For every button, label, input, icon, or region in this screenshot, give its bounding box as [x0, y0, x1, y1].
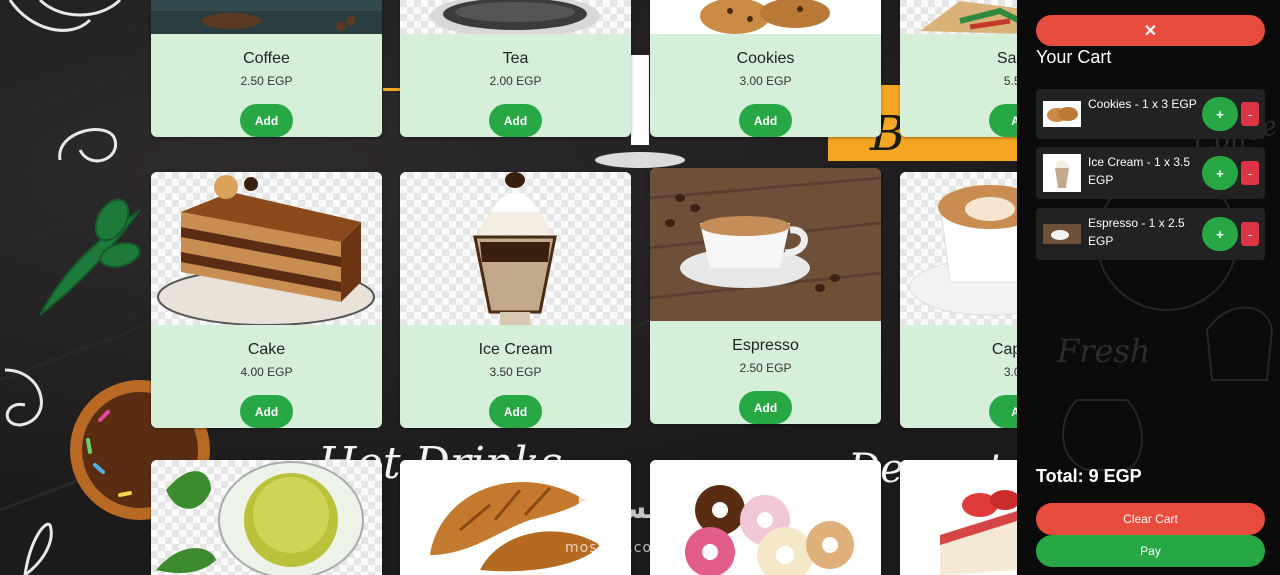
add-to-cart-button[interactable]: Add — [489, 395, 542, 428]
cart-item-text: Cookies - 1 x 3 EGP — [1088, 97, 1197, 111]
clear-cart-button[interactable]: Clear Cart — [1036, 503, 1265, 535]
product-price: 2.50 EGP — [739, 361, 792, 375]
product-card-coffee: Coffee 2.50 EGP Add — [151, 0, 382, 137]
ice-cream-image — [400, 172, 631, 325]
green-tea-image — [151, 460, 382, 575]
cart-title: Your Cart — [1036, 47, 1112, 67]
product-price: 3.00 EGP — [739, 74, 792, 88]
product-card-cake: Cake 4.00 EGP Add — [151, 172, 382, 428]
product-name: Ice Cream — [478, 341, 553, 358]
cart-item-thumbnail — [1043, 101, 1081, 127]
product-card-tea: Tea 2.00 EGP Add — [400, 0, 631, 137]
product-name: Cookies — [736, 50, 795, 67]
cart-item-thumbnail — [1043, 224, 1081, 244]
product-price: 4.00 EGP — [240, 365, 293, 379]
cookies-image — [650, 0, 881, 34]
cart-item-text: Ice Cream - 1 x 3.5 EGP — [1088, 155, 1191, 187]
cake-image — [151, 172, 382, 325]
cart-item-ice-cream: Ice Cream - 1 x 3.5 EGP + - — [1036, 147, 1265, 199]
cart-item-text: Espresso - 1 x 2.5 EGP — [1088, 216, 1185, 248]
add-to-cart-button[interactable]: Add — [739, 104, 792, 137]
product-card-green-tea — [151, 460, 382, 575]
fresh-chalk-text: Fresh — [1056, 332, 1150, 370]
close-cart-button[interactable]: ✕ — [1036, 15, 1265, 46]
product-name: Cake — [247, 341, 286, 358]
decrease-quantity-button[interactable]: - — [1241, 161, 1259, 185]
pay-button[interactable]: Pay — [1036, 535, 1265, 567]
decrease-quantity-button[interactable]: - — [1241, 222, 1259, 246]
product-price: 3.50 EGP — [489, 365, 542, 379]
add-to-cart-button[interactable]: Add — [489, 104, 542, 137]
add-to-cart-button[interactable]: Add — [240, 395, 293, 428]
product-card-espresso: Espresso 2.50 EGP Add — [650, 168, 881, 424]
decrease-quantity-button[interactable]: - — [1241, 102, 1259, 126]
donuts-image — [650, 460, 881, 575]
cart-background-doodles: Fresh Coffee — [1056, 111, 1280, 471]
product-card-ice-cream: Ice Cream 3.50 EGP Add — [400, 172, 631, 428]
cart-panel: Fresh Coffee ✕ Your Cart Cookies - 1 x 3… — [1017, 0, 1280, 575]
product-price: 2.50 EGP — [240, 74, 293, 88]
add-to-cart-button[interactable]: Add — [240, 104, 293, 137]
cart-total: Total: 9 EGP — [1036, 466, 1142, 486]
product-name: Tea — [502, 50, 529, 67]
cart-item-cookies: Cookies - 1 x 3 EGP + - — [1036, 89, 1265, 139]
watermark-url: mostaql.com — [565, 540, 667, 556]
cart-item-thumbnail — [1043, 154, 1081, 192]
cart-item-espresso: Espresso - 1 x 2.5 EGP + - — [1036, 208, 1265, 260]
product-price: 2.00 EGP — [489, 74, 542, 88]
espresso-image — [650, 168, 881, 321]
add-to-cart-button[interactable]: Add — [739, 391, 792, 424]
product-name: Coffee — [243, 50, 290, 67]
increase-quantity-button[interactable]: + — [1202, 97, 1238, 131]
product-name: Espresso — [732, 337, 799, 354]
increase-quantity-button[interactable]: + — [1202, 217, 1238, 251]
product-card-donuts — [650, 460, 881, 575]
coffee-image — [151, 0, 382, 34]
watermark-logo: مستقل — [562, 492, 665, 525]
tea-image — [400, 0, 631, 34]
increase-quantity-button[interactable]: + — [1202, 156, 1238, 190]
product-card-cookies: Cookies 3.00 EGP Add — [650, 0, 881, 137]
